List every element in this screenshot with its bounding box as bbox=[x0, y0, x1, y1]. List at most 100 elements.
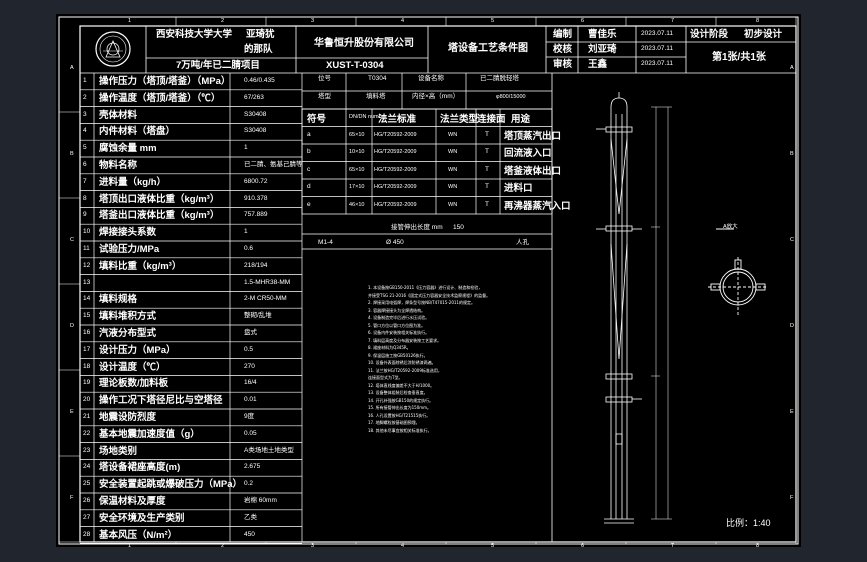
param-no: 10 bbox=[83, 228, 91, 236]
param-label: 物料名称 bbox=[99, 160, 138, 171]
note-line: 12. 塔体直线度偏差不大于H/1000。 bbox=[368, 382, 435, 388]
param-label: 内件材料（塔盘） bbox=[99, 126, 176, 138]
param-label: 塔顶出口液体比重（kg/m³） bbox=[99, 193, 220, 205]
note-line: 11. 法兰按HG/T20592-2009标准选用， bbox=[368, 367, 442, 373]
nozzle-face: T bbox=[485, 200, 489, 208]
param-label: 汽液分布型式 bbox=[99, 328, 157, 339]
param-value: 67/263 bbox=[244, 93, 264, 101]
border-row-left: F bbox=[70, 495, 74, 501]
nozzle-use: 再沸器蒸汽入口 bbox=[504, 200, 571, 212]
param-label: 安全装置起跳或爆破压力（MPa） bbox=[99, 479, 243, 491]
param-value: 0.05 bbox=[244, 429, 257, 437]
param-value: 6800.72 bbox=[244, 177, 268, 185]
note-line: 2. 焊接采用电弧焊，焊条型号按NB/T47015-2011的规定。 bbox=[368, 300, 475, 305]
nozzle-flange-std: HG/T20592-2009 bbox=[374, 149, 417, 155]
equip-dim-label: 内径×高（mm） bbox=[412, 93, 460, 100]
border-row-right: A bbox=[790, 65, 794, 71]
param-label: 保温材料及厚度 bbox=[99, 496, 166, 507]
param-label: 填料堆积方式 bbox=[99, 311, 157, 323]
name-checked: 刘亚琦 bbox=[588, 44, 617, 55]
border-col-top: 5 bbox=[491, 18, 495, 24]
param-value: 整砌/乱堆 bbox=[244, 312, 272, 320]
param-no: 5 bbox=[83, 144, 87, 152]
nozzle-symbol: e bbox=[307, 200, 311, 208]
author-name: 亚琦犹 bbox=[246, 29, 275, 40]
param-label: 塔设备裙座高度(m) bbox=[99, 462, 181, 474]
role-checked: 校核 bbox=[553, 44, 573, 55]
param-label: 操作工况下塔径尼比与空塔径 bbox=[99, 395, 223, 407]
border-row-left: C bbox=[70, 237, 74, 243]
param-label: 进料量（kg/h） bbox=[99, 176, 167, 188]
param-label: 试验压力/MPa bbox=[99, 244, 160, 255]
project-name: 7万吨/年已二腈项目 bbox=[176, 60, 260, 71]
tower-dimension-lines bbox=[651, 106, 672, 520]
param-no: 16 bbox=[83, 329, 91, 336]
border-row-right: B bbox=[790, 151, 794, 157]
note-line: 17. 地脚螺栓按基础图预埋。 bbox=[368, 420, 420, 425]
param-value: A类场地土地类型 bbox=[244, 446, 294, 454]
param-value: 2.675 bbox=[244, 463, 261, 471]
border-row-left: B bbox=[70, 151, 74, 157]
equip-dim: φ800/15000 bbox=[496, 94, 526, 100]
param-value: 已二腈、氨基己腈等 bbox=[244, 161, 303, 168]
nozzle-header: 法兰标准 bbox=[378, 114, 417, 125]
note-line: 18. 其他未尽事宜按相关标准执行。 bbox=[368, 427, 432, 433]
border-col-top: 7 bbox=[671, 18, 675, 24]
nozzle-use: 进料口 bbox=[504, 183, 533, 194]
note-line: 14. 开孔补强按GB150的规定执行。 bbox=[368, 397, 434, 403]
param-value: 757.889 bbox=[244, 211, 268, 219]
nozzle-use: 塔顶蒸汽出口 bbox=[504, 130, 562, 142]
param-value: 乙类 bbox=[244, 513, 257, 521]
nozzle-use: 塔釜液体出口 bbox=[504, 165, 562, 177]
param-label: 基本地震加速度值（g） bbox=[99, 428, 200, 440]
param-label: 理论板数/加料板 bbox=[99, 378, 169, 390]
param-no: 21 bbox=[83, 413, 91, 420]
note-line: 6. 设备内件安装按相关标准执行。 bbox=[368, 330, 430, 335]
param-value: S30408 bbox=[244, 110, 267, 118]
note-line: 并接受TSG 21-2016《固定式压力容器安全技术监察规程》的监督。 bbox=[368, 292, 491, 298]
param-label: 填料比重（kg/m³） bbox=[99, 260, 182, 272]
drawing-number: XUST-T-0304 bbox=[326, 60, 384, 71]
param-label: 壳体材料 bbox=[99, 109, 138, 121]
nozzle-header: 用途 bbox=[511, 114, 531, 125]
param-value: 1 bbox=[244, 228, 248, 236]
param-no: 9 bbox=[83, 211, 87, 219]
nozzle-flange-type: WN bbox=[448, 131, 458, 138]
nozzle-face: T bbox=[485, 165, 489, 173]
param-label: 腐蚀余量 mm bbox=[99, 143, 157, 155]
equip-type-label: 塔型 bbox=[318, 93, 331, 100]
nozzle-symbol: b bbox=[307, 148, 311, 155]
param-label: 地震设防烈度 bbox=[99, 412, 157, 423]
border-col-top: 8 bbox=[756, 18, 760, 24]
nozzle-dn: 65×10 bbox=[349, 166, 365, 173]
param-no: 22 bbox=[83, 429, 91, 437]
role-approved: 审核 bbox=[553, 59, 573, 70]
school-name: 西安科技大学大学 bbox=[156, 29, 233, 40]
nozzle-flange-type: WN bbox=[448, 184, 458, 190]
param-no: 24 bbox=[83, 463, 91, 471]
border-col-top: 1 bbox=[128, 18, 132, 24]
border-col-bottom: 2 bbox=[221, 543, 225, 549]
border-col-top: 2 bbox=[221, 18, 225, 24]
border-col-bottom: 5 bbox=[491, 543, 495, 549]
param-value: 盘式 bbox=[244, 329, 257, 336]
param-no: 28 bbox=[83, 530, 91, 538]
border-col-bottom: 3 bbox=[311, 543, 315, 549]
border-col-bottom: 7 bbox=[671, 543, 675, 549]
nozzle-flange-std: HG/T20592-2009 bbox=[374, 201, 417, 208]
nozzle-face: T bbox=[485, 148, 489, 155]
param-label: 塔釜出口液体比重（kg/m³） bbox=[99, 210, 220, 222]
nozzle-flange-type: WN bbox=[448, 166, 458, 173]
nozzle-flange-type: WN bbox=[448, 149, 458, 155]
param-no: 11 bbox=[83, 245, 90, 252]
date-checked: 2023.07.11 bbox=[641, 45, 674, 52]
scale: 比例：1:40 bbox=[726, 518, 771, 528]
nozzle-symbol: a bbox=[307, 130, 311, 138]
nozzle-distance-label: 接管伸出长度 mm bbox=[391, 224, 443, 231]
border-col-top: 6 bbox=[581, 18, 585, 24]
param-no: 15 bbox=[83, 312, 91, 320]
param-no: 17 bbox=[83, 345, 91, 353]
param-label: 设计温度（℃） bbox=[99, 361, 166, 373]
param-no: 1 bbox=[83, 77, 87, 84]
nozzle-flange-type: WN bbox=[448, 201, 458, 208]
